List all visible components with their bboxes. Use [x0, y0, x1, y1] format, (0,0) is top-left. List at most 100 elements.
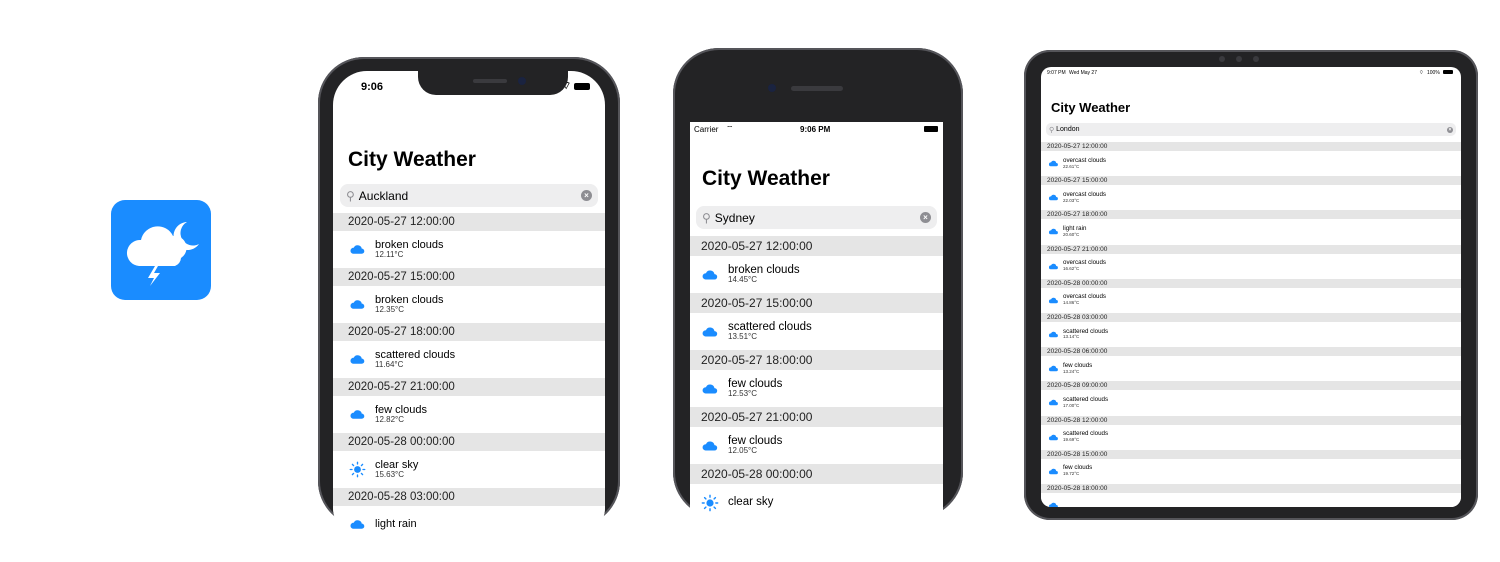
page-title: City Weather: [1051, 100, 1131, 115]
temperature: 15.63°C: [375, 470, 404, 480]
carrier-label: Carrier: [694, 125, 719, 134]
forecast-row[interactable]: broken clouds 14.45°C: [690, 256, 943, 293]
sun-icon: [348, 461, 366, 478]
iphone-x-device: 9:06 ···· ⌔ City Weather ⚲ Auckland × 20…: [318, 57, 620, 541]
forecast-row[interactable]: scattered clouds 19.69°C: [1041, 424, 1461, 450]
cloud-icon: [348, 406, 366, 423]
cloud-icon: [1047, 158, 1059, 169]
front-camera: [768, 84, 776, 92]
search-value: London: [1056, 126, 1080, 133]
cloud-icon: [701, 323, 719, 341]
camera-dot: [1253, 56, 1259, 62]
search-icon: ⚲: [702, 210, 711, 225]
temperature: 13.14°C: [1063, 334, 1080, 340]
wifi-icon: ⌔: [1419, 70, 1424, 76]
cloud-icon: [1047, 226, 1059, 237]
forecast-row[interactable]: few clouds 12.53°C: [690, 370, 943, 407]
search-input[interactable]: ⚲ Auckland ×: [340, 184, 598, 207]
section-header: 2020-05-27 21:00:00: [1041, 244, 1461, 254]
section-header: 2020-05-28 12:00:00: [1041, 415, 1461, 425]
forecast-row[interactable]: few clouds 13.24°C: [1041, 356, 1461, 382]
search-input[interactable]: ⚲ London ×: [1046, 123, 1456, 136]
forecast-row[interactable]: scattered clouds 13.51°C: [690, 313, 943, 350]
clear-icon[interactable]: ×: [581, 190, 592, 201]
section-header: 2020-05-27 15:00:00: [690, 293, 943, 313]
status-time: 9:07 PM: [1047, 70, 1066, 76]
section-header: 2020-05-27 18:00:00: [333, 323, 605, 341]
forecast-row[interactable]: broken clouds 12.11°C: [333, 231, 605, 268]
forecast-row[interactable]: scattered clouds 11.64°C: [333, 341, 605, 378]
clear-icon[interactable]: ×: [1447, 126, 1453, 133]
status-time: 9:06 PM: [800, 125, 831, 134]
temperature: 19.72°C: [1063, 471, 1080, 477]
temperature: 16.62°C: [1063, 266, 1080, 272]
camera-dot: [1219, 56, 1225, 62]
cloud-icon: [701, 380, 719, 398]
cloud-icon: [348, 516, 366, 533]
cloud-icon: [1047, 397, 1059, 408]
section-header: 2020-05-28 00:00:00: [1041, 278, 1461, 288]
status-bar: 9:07 PM Wed May 27 ⌔ 100%: [1041, 67, 1461, 77]
forecast-row[interactable]: overcast clouds 22.61°C: [1041, 151, 1461, 177]
cloud-icon: [1047, 261, 1059, 272]
notch: [418, 71, 568, 95]
cloud-icon: [1047, 192, 1059, 203]
forecast-row[interactable]: light rain 20.60°C: [1041, 219, 1461, 245]
forecast-row[interactable]: scattered clouds 13.14°C: [1041, 321, 1461, 348]
forecast-row[interactable]: overcast clouds 16.62°C: [1041, 253, 1461, 279]
section-header: 2020-05-27 18:00:00: [1041, 210, 1461, 220]
battery-icon: [574, 83, 590, 90]
search-value: Sydney: [714, 210, 755, 225]
iphone-8-device: Carrier ⌔ 9:06 PM City Weather ⚲ Sydney …: [673, 48, 963, 562]
forecast-row[interactable]: clear sky: [690, 484, 943, 521]
weather-list: 2020-05-27 12:00:00 broken clouds 12.11°C 2…: [333, 213, 605, 541]
temperature: 14.86°C: [1063, 300, 1080, 306]
search-icon: ⚲: [346, 188, 355, 203]
temperature: 12.82°C: [375, 415, 404, 425]
forecast-row[interactable]: few clouds 12.82°C: [333, 396, 605, 433]
cloud-icon: [1047, 329, 1059, 340]
weather-list: 2020-05-27 12:00:00 broken clouds 14.45°C 2…: [690, 236, 943, 521]
forecast-row[interactable]: clear sky 15.63°C: [333, 451, 605, 488]
ipad-device: 9:07 PM Wed May 27 ⌔ 100% City Weather ⚲…: [1024, 50, 1478, 520]
temperature: 19.69°C: [1063, 437, 1080, 443]
section-header: 2020-05-28 03:00:00: [333, 488, 605, 506]
cloud-icon: [348, 241, 366, 258]
cloud-icon: [348, 351, 366, 368]
section-header: 2020-05-28 15:00:00: [1041, 449, 1461, 459]
cloud-icon: [1047, 363, 1059, 374]
forecast-row[interactable]: overcast clouds 14.86°C: [1041, 287, 1461, 313]
page-title: City Weather: [348, 148, 476, 171]
temperature: 11.64°C: [375, 360, 404, 370]
weather-description: light rain: [375, 518, 417, 531]
search-value: Auckland: [358, 188, 409, 203]
section-header: 2020-05-28 03:00:00: [1041, 312, 1461, 322]
forecast-row[interactable]: scattered clouds 17.00°C: [1041, 390, 1461, 416]
temperature: 13.51°C: [728, 332, 757, 342]
forecast-row[interactable]: overcast clouds 22.03°C: [1041, 185, 1461, 211]
temperature: 17.00°C: [1063, 402, 1080, 408]
status-date: Wed May 27: [1069, 70, 1097, 76]
section-header: 2020-05-27 15:00:00: [1041, 176, 1461, 186]
temperature: 22.61°C: [1063, 163, 1080, 169]
forecast-row[interactable]: few clouds 19.72°C: [1041, 458, 1461, 484]
forecast-row[interactable]: light rain: [333, 506, 605, 541]
status-time: 9:06: [361, 81, 384, 93]
cloud-icon: [1047, 295, 1059, 306]
cloud-icon: [701, 437, 719, 455]
cloud-icon: [1047, 500, 1059, 507]
temperature: 12.05°C: [728, 446, 757, 456]
ipad-screen: 9:07 PM Wed May 27 ⌔ 100% City Weather ⚲…: [1041, 67, 1461, 507]
clear-icon[interactable]: ×: [920, 212, 931, 223]
forecast-row[interactable]: few clouds 12.05°C: [690, 427, 943, 464]
iphone-8-screen: Carrier ⌔ 9:06 PM City Weather ⚲ Sydney …: [690, 122, 943, 562]
battery-icon: [1443, 70, 1453, 74]
forecast-row[interactable]: broken clouds 12.35°C: [333, 286, 605, 323]
temperature: 22.03°C: [1063, 197, 1080, 203]
camera-dot: [1236, 56, 1242, 62]
section-header: 2020-05-28 18:00:00: [1041, 483, 1461, 493]
cloud-icon: [348, 296, 366, 313]
search-input[interactable]: ⚲ Sydney ×: [696, 206, 937, 229]
weather-description: clear sky: [728, 496, 774, 509]
temperature: 12.35°C: [375, 305, 404, 315]
